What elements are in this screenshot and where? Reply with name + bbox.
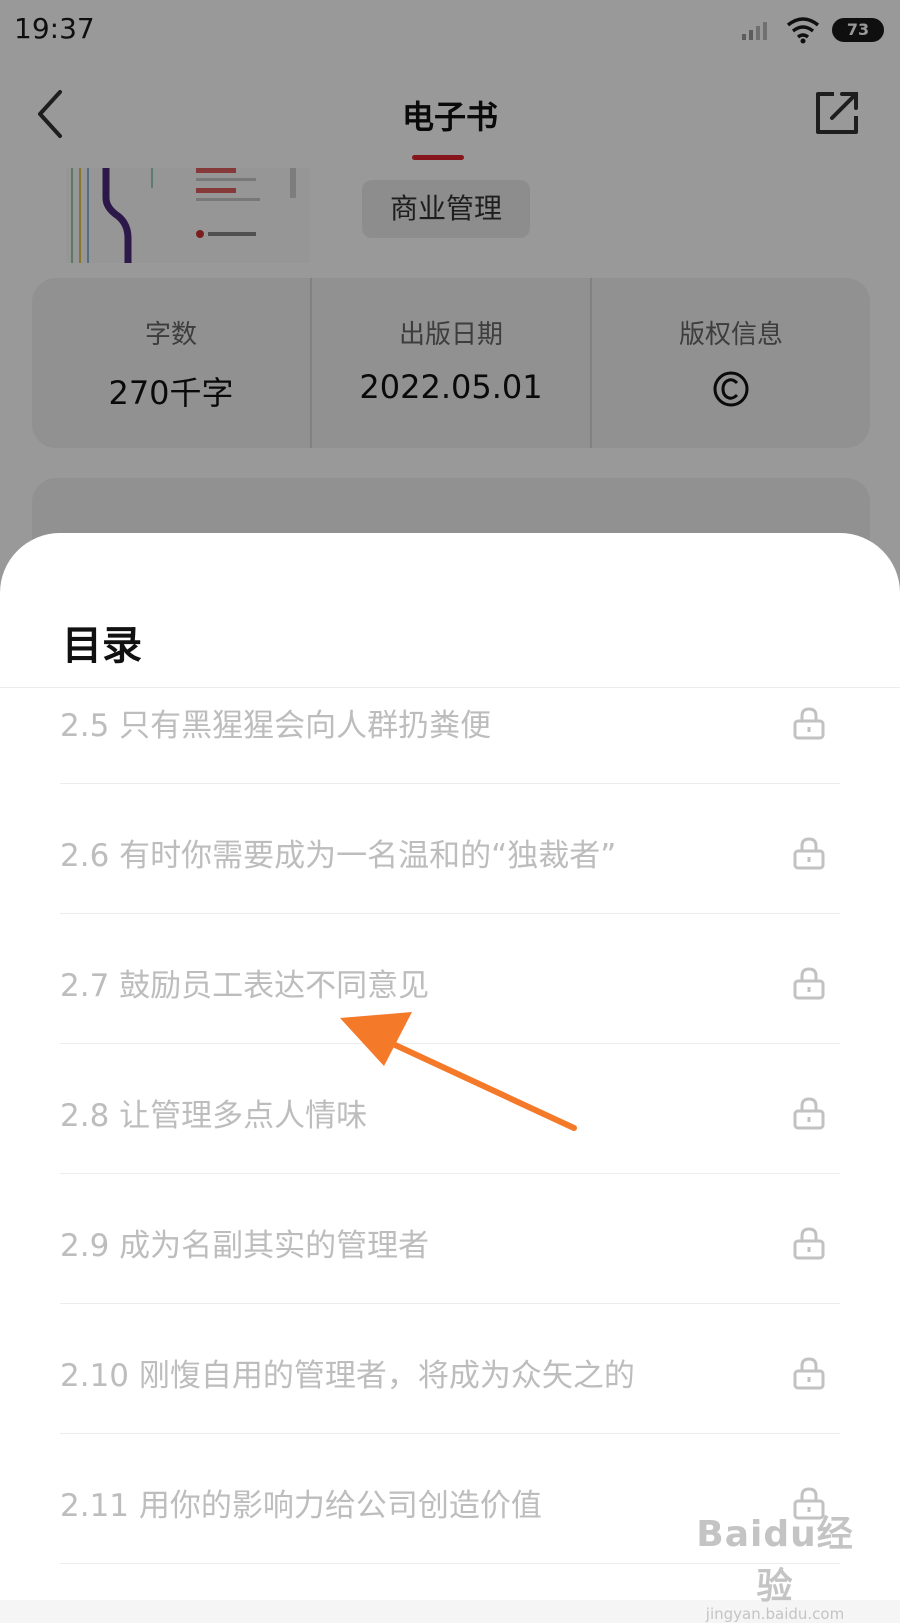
watermark: Baidu经验 jingyan.baidu.com [690,1505,860,1623]
annotation-arrow-icon [340,1012,577,1131]
watermark-logo: Baidu经验 [696,1514,854,1607]
watermark-url: jingyan.baidu.com [705,1605,845,1623]
